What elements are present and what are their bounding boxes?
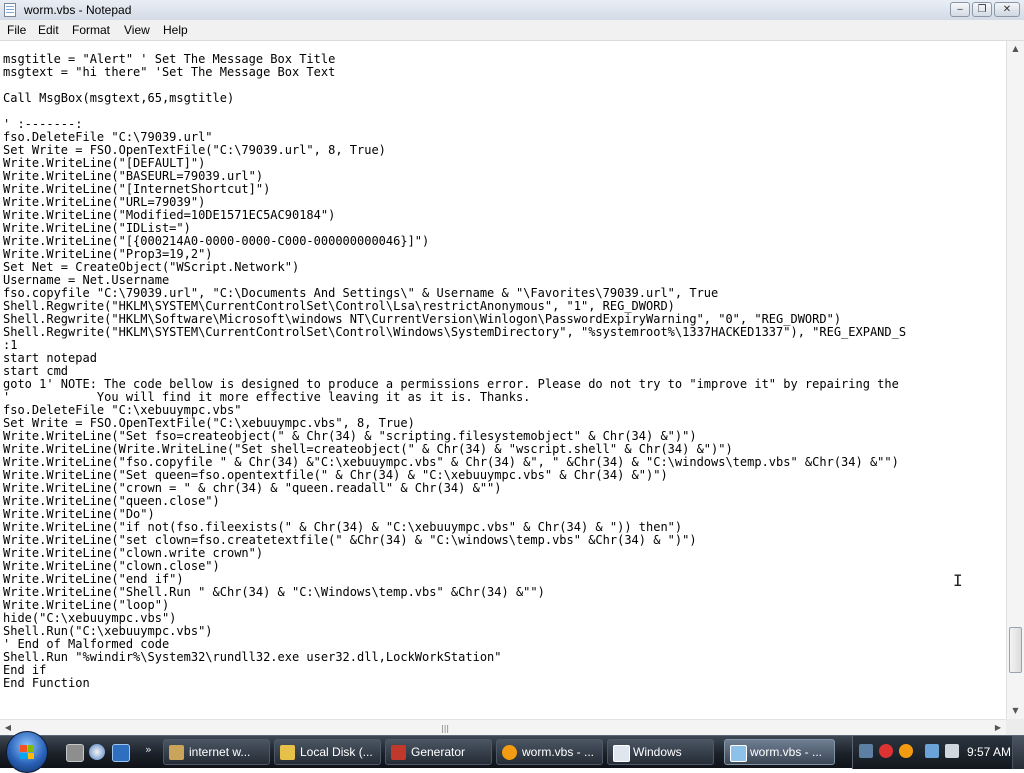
start-button[interactable] — [6, 731, 48, 773]
scrollbar-corner — [1006, 719, 1024, 735]
code-line[interactable]: End Function — [3, 677, 906, 690]
editor-text[interactable]: msgtitle = "Alert" ' Set The Message Box… — [3, 53, 906, 690]
maximize-button[interactable]: ❐ — [972, 2, 992, 17]
code-line[interactable]: Call MsgBox(msgtext,65,msgtitle) — [3, 92, 906, 105]
menu-bar: File Edit Format View Help — [0, 20, 1024, 41]
window-controls: ‒ ❐ ✕ — [950, 2, 1020, 18]
taskbar-button-label: internet w... — [189, 745, 251, 759]
media-icon — [169, 745, 184, 760]
system-tray: 9:57 AM — [852, 736, 1024, 769]
taskbar-button-label: Local Disk (... — [300, 745, 373, 759]
title-bar: worm.vbs - Notepad ‒ ❐ ✕ — [0, 0, 1024, 21]
taskbar-button-label: Windows — [633, 745, 682, 759]
quick-launch-desktop-icon[interactable] — [112, 744, 130, 762]
code-line[interactable]: start notepad — [3, 352, 906, 365]
menu-view[interactable]: View — [124, 23, 150, 37]
show-desktop-button[interactable] — [1012, 736, 1024, 769]
menu-format[interactable]: Format — [72, 23, 110, 37]
horizontal-scrollbar[interactable]: ◀ ||| ▶ — [0, 719, 1006, 735]
tray-security-icon[interactable] — [879, 744, 893, 758]
taskbar-button-local-disk[interactable]: Local Disk (... — [274, 739, 381, 765]
notepad-icon — [4, 3, 16, 17]
quick-launch-more-icon[interactable]: » — [145, 743, 152, 756]
minimize-button[interactable]: ‒ — [950, 2, 970, 17]
vertical-scrollbar[interactable]: ▲ ▼ — [1006, 41, 1024, 719]
quick-launch-media-icon[interactable] — [66, 744, 84, 762]
taskbar-button-windows[interactable]: Windows — [607, 739, 714, 765]
notepad-icon — [730, 745, 747, 762]
text-editor[interactable]: msgtitle = "Alert" ' Set The Message Box… — [0, 41, 1006, 719]
scroll-left-arrow-icon[interactable]: ◀ — [0, 720, 16, 736]
taskbar-button-label: worm.vbs - ... — [750, 745, 823, 759]
taskbar-button-label: worm.vbs - ... — [522, 745, 595, 759]
code-line[interactable] — [3, 105, 906, 118]
network-icon[interactable] — [925, 744, 939, 758]
close-button[interactable]: ✕ — [994, 2, 1020, 17]
scroll-up-arrow-icon[interactable]: ▲ — [1007, 41, 1024, 57]
code-line[interactable]: End if — [3, 664, 906, 677]
code-line[interactable]: Shell.Regwrite("HKLM\SYSTEM\CurrentContr… — [3, 326, 906, 339]
code-line[interactable]: :1 — [3, 339, 906, 352]
windows-logo-icon — [20, 745, 34, 759]
vertical-scroll-thumb[interactable] — [1009, 627, 1022, 673]
menu-file[interactable]: File — [7, 23, 26, 37]
volume-icon[interactable] — [945, 744, 959, 758]
window-icon — [613, 745, 630, 762]
taskbar-button-label: Generator — [411, 745, 466, 759]
taskbar: » internet w... Local Disk (... Generato… — [0, 731, 1024, 773]
tray-search-icon[interactable] — [899, 744, 913, 758]
taskbar-button-worm-notepad[interactable]: worm.vbs - ... — [724, 739, 835, 765]
horizontal-scroll-grip[interactable]: ||| — [441, 724, 449, 733]
menu-help[interactable]: Help — [163, 23, 188, 37]
tray-app-icon[interactable] — [859, 744, 873, 758]
window-title: worm.vbs - Notepad — [24, 3, 132, 17]
menu-edit[interactable]: Edit — [38, 23, 59, 37]
search-icon — [502, 745, 517, 760]
app-icon — [391, 745, 406, 760]
code-line[interactable]: Shell.Run "%windir%\System32\rundll32.ex… — [3, 651, 906, 664]
scroll-right-arrow-icon[interactable]: ▶ — [990, 720, 1006, 736]
taskbar-button-generator[interactable]: Generator — [385, 739, 492, 765]
taskbar-button-worm-search[interactable]: worm.vbs - ... — [496, 739, 603, 765]
folder-icon — [280, 745, 295, 760]
taskbar-button-internet[interactable]: internet w... — [163, 739, 270, 765]
text-cursor-icon: I — [953, 571, 963, 590]
clock[interactable]: 9:57 AM — [967, 745, 1011, 759]
code-line[interactable]: msgtext = "hi there" 'Set The Message Bo… — [3, 66, 906, 79]
quick-launch-browser-icon[interactable] — [89, 744, 105, 760]
scroll-down-arrow-icon[interactable]: ▼ — [1007, 703, 1024, 719]
